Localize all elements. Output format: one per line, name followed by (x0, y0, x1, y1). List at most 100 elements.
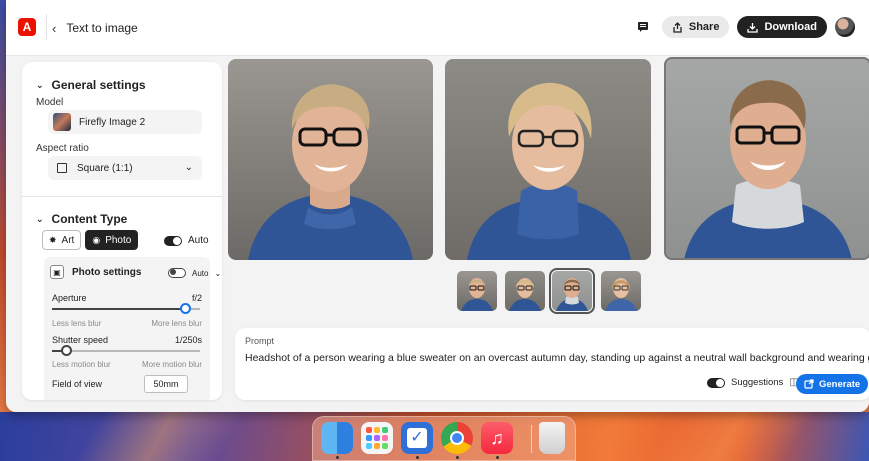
photo-settings-icon: ▣ (50, 265, 64, 279)
aperture-label: Aperture (52, 293, 87, 303)
top-bar: A ‹ Text to image Share Download (6, 0, 869, 56)
aperture-slider-handle[interactable] (179, 303, 191, 314)
download-button[interactable]: Download (737, 16, 827, 38)
running-indicator (456, 456, 459, 459)
settings-panel: ⌄ General settings Model Firefly Image 2… (22, 62, 222, 400)
back-label: Text to image (66, 21, 138, 35)
dock-separator (531, 425, 532, 453)
download-label: Download (764, 21, 817, 33)
prompt-panel: Prompt Headshot of a person wearing a bl… (235, 328, 869, 400)
photo-settings-panel: ▣ Photo settings Auto ⌄ Aperture f/2 Les… (44, 257, 221, 400)
brush-icon: ✸ (49, 234, 57, 245)
trash-icon[interactable] (539, 422, 565, 454)
running-indicator (416, 456, 419, 459)
aperture-max-label: More lens blur (151, 319, 202, 328)
prompt-input[interactable]: Headshot of a person wearing a blue swea… (245, 352, 869, 364)
wallpaper-stripe (645, 412, 815, 461)
model-selector[interactable]: Firefly Image 2 (48, 110, 202, 134)
generate-icon (804, 379, 814, 389)
finder-icon[interactable] (321, 422, 353, 454)
macos-dock: ✓ ♫ (312, 416, 576, 461)
camera-icon: ◉ (92, 234, 101, 245)
art-button[interactable]: ✸ Art (42, 230, 82, 250)
thumbnail-3[interactable] (549, 268, 595, 314)
general-settings-header[interactable]: ⌄ General settings (36, 78, 146, 92)
field-of-view-input[interactable]: 50mm (144, 375, 188, 393)
content-type-toggle-group: ✸ Art ◉ Photo (42, 230, 139, 250)
launchpad-icon[interactable] (361, 422, 393, 454)
generate-label: Generate (819, 378, 861, 390)
shutter-slider-handle[interactable] (61, 345, 73, 356)
back-button[interactable]: ‹ Text to image (52, 18, 138, 38)
thumbnail-4[interactable] (601, 271, 641, 311)
generated-image-3[interactable] (664, 57, 869, 260)
aperture-slider-fill (52, 308, 186, 310)
portrait-image (461, 278, 493, 311)
suggestions-label: Suggestions (731, 377, 784, 388)
share-icon (673, 21, 682, 33)
aspect-ratio-label: Aspect ratio (36, 143, 89, 154)
generate-button[interactable]: Generate (796, 374, 869, 394)
thumbnail-2[interactable] (505, 271, 545, 311)
field-of-view-label: Field of view (52, 379, 103, 389)
portrait-image (509, 278, 541, 311)
photo-label: Photo (105, 234, 132, 246)
adobe-logo-icon[interactable]: A (18, 18, 36, 36)
model-label: Model (36, 97, 64, 108)
portrait-image (467, 82, 631, 260)
chevron-down-icon: ⌄ (214, 268, 222, 278)
aspect-ratio-select[interactable]: Square (1:1) ⌄ (48, 156, 202, 180)
share-label: Share (688, 21, 720, 33)
photo-button[interactable]: ◉ Photo (85, 230, 139, 250)
music-icon[interactable]: ♫ (481, 422, 513, 454)
photo-settings-auto-toggle[interactable]: Auto ⌄ (168, 268, 221, 278)
shutter-slider-track[interactable] (52, 350, 200, 352)
square-icon (57, 163, 67, 173)
toggle-switch (164, 235, 182, 246)
user-avatar[interactable] (835, 17, 855, 37)
auto-label: Auto (192, 268, 209, 278)
running-indicator (496, 456, 499, 459)
content-type-auto-toggle[interactable]: Auto (164, 235, 209, 246)
wallpaper-stripe (75, 412, 245, 461)
running-indicator (336, 456, 339, 459)
auto-label: Auto (188, 235, 209, 246)
model-value: Firefly Image 2 (79, 116, 146, 128)
portrait-image (556, 278, 588, 311)
suggestions-toggle[interactable]: Suggestions ◫ (707, 377, 799, 388)
content-type-title: Content Type (51, 212, 128, 226)
shutter-max-label: More motion blur (141, 360, 202, 369)
content-type-header[interactable]: ⌄ Content Type (36, 212, 127, 226)
toggle-switch (168, 268, 186, 278)
art-label: Art (61, 234, 75, 246)
generated-image-1[interactable] (228, 59, 433, 260)
download-icon (747, 22, 759, 33)
chevron-down-icon: ⌄ (36, 79, 44, 90)
photo-settings-header[interactable]: ▣ Photo settings (50, 265, 141, 279)
shutter-min-label: Less motion blur (52, 360, 111, 369)
model-thumbnail (53, 113, 71, 131)
prompt-label: Prompt (245, 336, 275, 346)
portrait-image (605, 278, 637, 311)
shutter-label: Shutter speed (52, 335, 109, 345)
comments-icon[interactable] (632, 16, 654, 38)
toggle-switch (707, 377, 725, 388)
generated-image-2[interactable] (445, 59, 651, 260)
share-button[interactable]: Share (661, 16, 730, 38)
general-settings-title: General settings (51, 78, 146, 92)
photo-settings-title: Photo settings (72, 266, 142, 278)
shutter-value: 1/250s (174, 335, 202, 345)
firefly-app-window: A ‹ Text to image Share Download ⌄ Gener… (6, 0, 869, 412)
chevron-down-icon: ⌄ (36, 213, 44, 224)
portrait-image (248, 84, 413, 260)
chevron-down-icon: ⌄ (184, 162, 193, 173)
section-divider (22, 196, 222, 197)
chrome-icon[interactable] (441, 422, 473, 454)
aspect-ratio-value: Square (1:1) (77, 162, 133, 174)
tasks-icon[interactable]: ✓ (401, 422, 433, 454)
portrait-image (684, 80, 852, 260)
chevron-left-icon: ‹ (52, 20, 57, 36)
thumbnail-1[interactable] (457, 271, 497, 311)
aperture-min-label: Less lens blur (52, 319, 102, 328)
aperture-value: f/2 (191, 293, 202, 303)
